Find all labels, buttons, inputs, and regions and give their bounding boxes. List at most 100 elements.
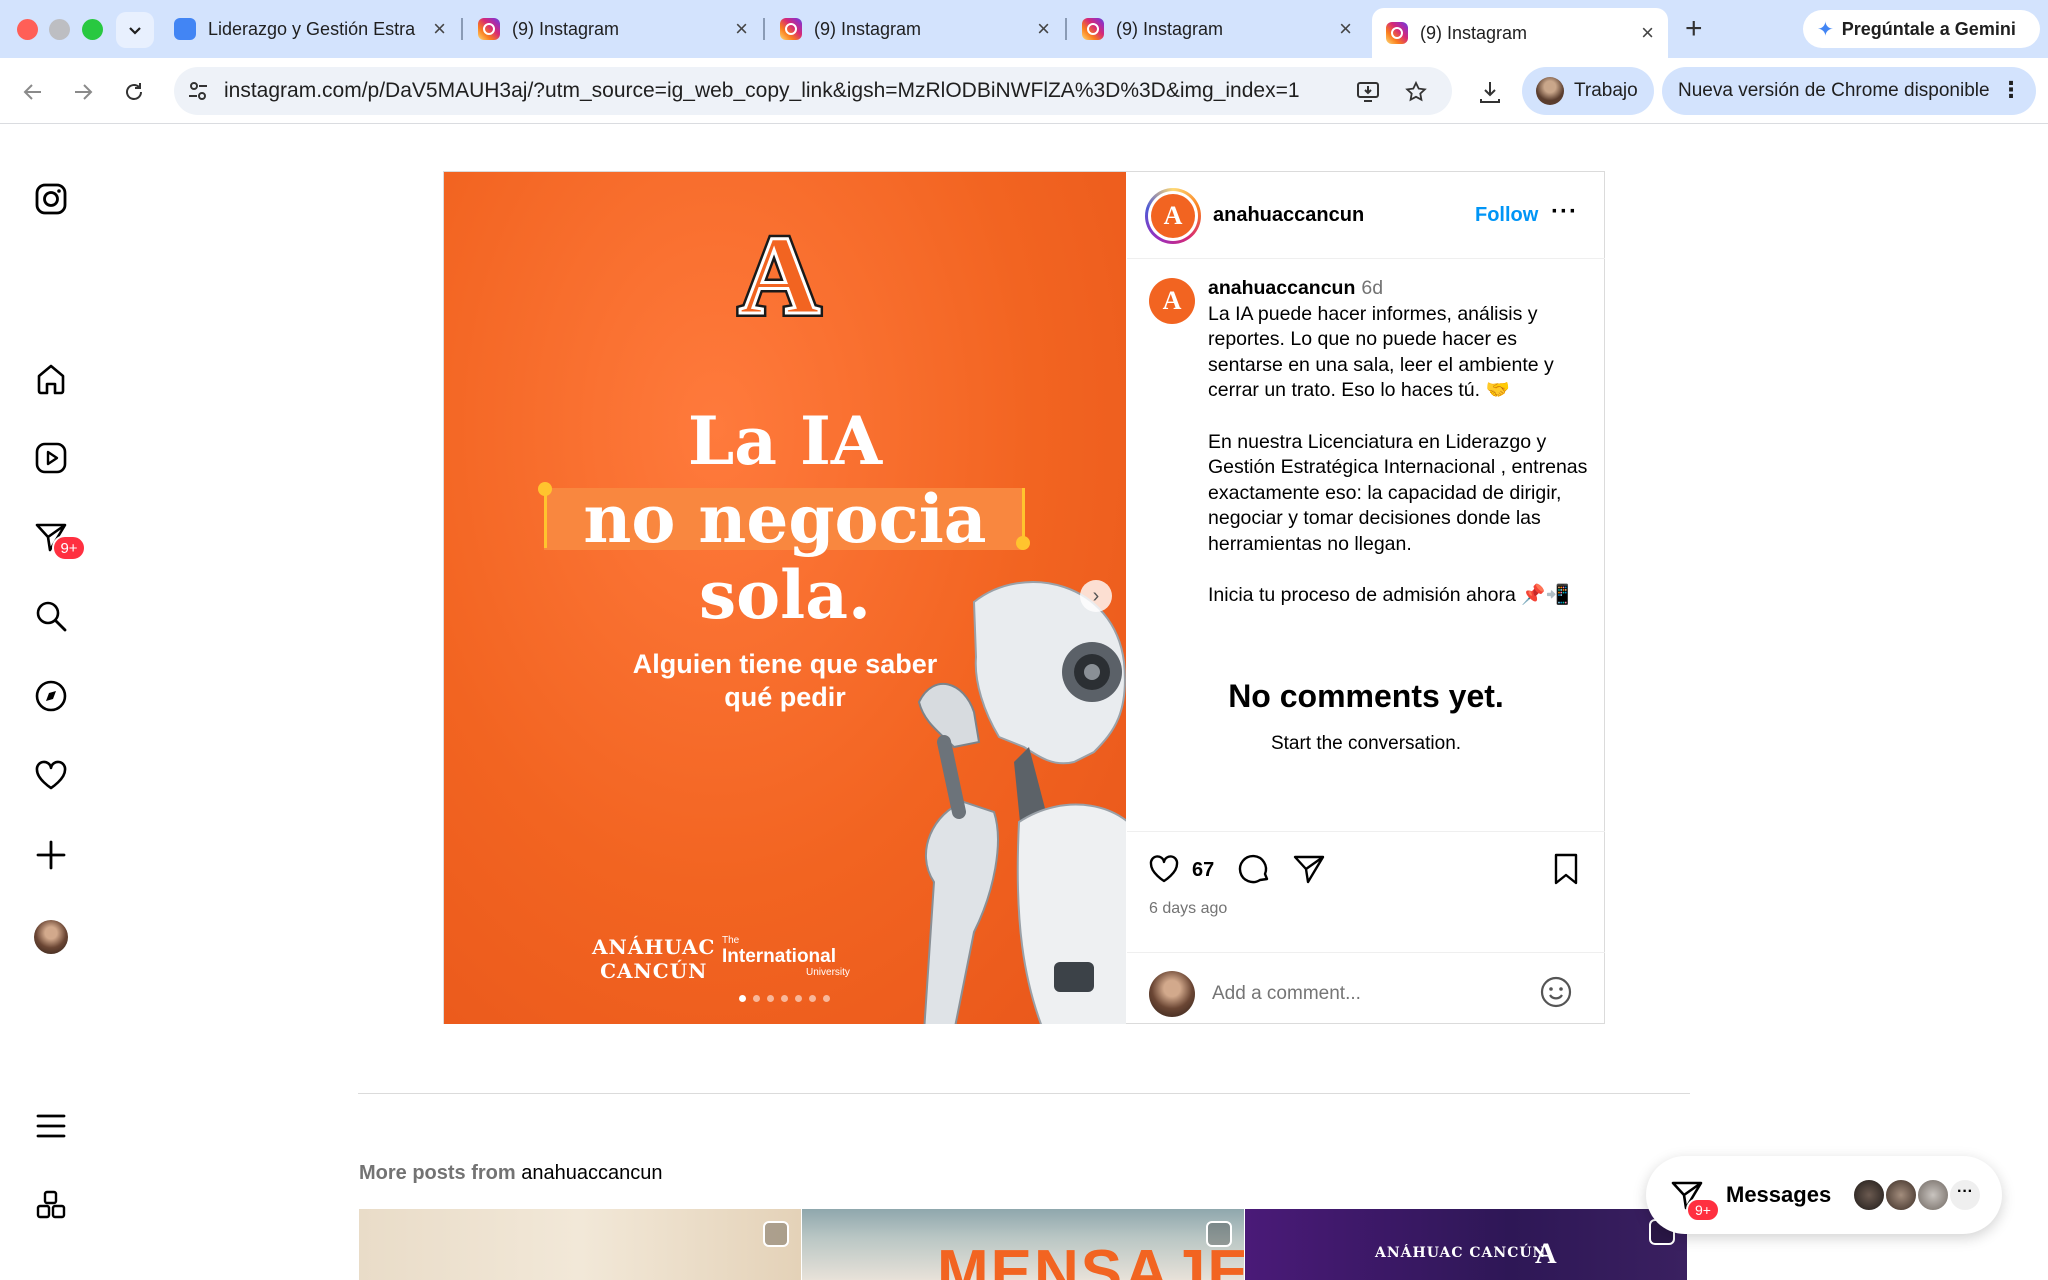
post-header: A anahuaccancun Follow ···	[1127, 172, 1605, 259]
tab-instagram-active[interactable]: (9) Instagram ×	[1372, 8, 1668, 58]
carousel-indicator	[739, 995, 830, 1002]
brand-international: The International University	[722, 935, 850, 979]
tab-label: (9) Instagram	[814, 18, 922, 39]
tab-instagram-3[interactable]: (9) Instagram ×	[1068, 8, 1366, 50]
carousel-dot	[809, 995, 816, 1002]
conversation-avatar	[1852, 1178, 1886, 1212]
avatar-gap: A	[1148, 191, 1198, 241]
follow-button[interactable]: Follow	[1475, 204, 1538, 227]
tab-label: (9) Instagram	[1420, 22, 1528, 43]
instagram-icon	[1386, 22, 1408, 44]
story-ring-avatar[interactable]: A	[1145, 188, 1201, 244]
bookmark-star-button[interactable]	[1400, 76, 1432, 108]
more-apps-icon[interactable]	[30, 1184, 72, 1226]
browser-tab-strip: Liderazgo y Gestión Estra × (9) Instagra…	[0, 0, 2048, 58]
profile-button[interactable]: Trabajo	[1522, 67, 1654, 115]
chrome-update-button[interactable]: Nueva versión de Chrome disponible ⋮	[1662, 67, 2036, 115]
more-post-thumbnail[interactable]: MENSAJE	[802, 1209, 1244, 1280]
anahuac-logo-outline: A	[738, 214, 822, 338]
post-details-panel: A anahuaccancun Follow ··· A anahuaccanc…	[1127, 172, 1605, 1024]
window-close-button[interactable]	[17, 19, 38, 40]
search-icon[interactable]	[30, 595, 72, 637]
back-button[interactable]	[13, 72, 53, 112]
menu-icon[interactable]	[30, 1105, 72, 1147]
post-image[interactable]: A A La IA no negocia sola. Alguien tiene…	[444, 172, 1126, 1024]
more-posts-username[interactable]: anahuaccancun	[521, 1162, 662, 1184]
like-count[interactable]: 67	[1192, 859, 1214, 882]
site-settings-icon[interactable]	[186, 79, 210, 103]
messages-pill[interactable]: 9+ Messages ···	[1646, 1156, 2002, 1234]
install-app-button[interactable]	[1352, 76, 1384, 108]
instagram-logo-icon[interactable]	[30, 178, 72, 220]
instagram-icon	[1082, 18, 1104, 40]
caption-paragraph-3: Inicia tu proceso de admisión ahora 📌📲	[1208, 584, 1570, 607]
like-button[interactable]	[1145, 850, 1183, 888]
window-minimize-button[interactable]	[49, 19, 70, 40]
share-button[interactable]	[1290, 850, 1328, 888]
thumbnail-text: MENSAJE	[937, 1238, 1244, 1280]
close-icon[interactable]: ×	[433, 16, 446, 42]
downloads-button[interactable]	[1470, 72, 1510, 112]
update-label: Nueva versión de Chrome disponible	[1678, 80, 1990, 101]
more-post-thumbnail[interactable]: ANÁHUAC CANCÚN A	[1245, 1209, 1687, 1280]
reel-icon	[763, 1221, 789, 1247]
explore-icon[interactable]	[30, 675, 72, 717]
emoji-button[interactable]	[1539, 975, 1573, 1014]
close-icon[interactable]: ×	[1037, 16, 1050, 42]
forward-button[interactable]	[63, 72, 103, 112]
star-icon	[1405, 80, 1427, 102]
more-post-thumbnail[interactable]	[359, 1209, 801, 1280]
kebab-menu-icon[interactable]: ⋮	[2000, 77, 2022, 103]
caption-paragraph-1: La IA puede hacer informes, análisis y r…	[1208, 302, 1554, 402]
new-tab-button[interactable]: +	[1685, 12, 1703, 46]
tab-docs[interactable]: Liderazgo y Gestión Estra ×	[160, 8, 460, 50]
emoji-icon	[1540, 976, 1572, 1008]
tab-separator	[1065, 18, 1067, 40]
messages-badge: 9+	[52, 535, 86, 561]
address-bar[interactable]: instagram.com/p/DaV5MAUH3aj/?utm_source=…	[174, 67, 1452, 115]
carousel-next-button[interactable]: ›	[1080, 580, 1112, 612]
comment-input[interactable]	[1212, 983, 1532, 1005]
browser-toolbar: instagram.com/p/DaV5MAUH3aj/?utm_source=…	[0, 58, 2048, 124]
close-icon[interactable]: ×	[1339, 16, 1352, 42]
caption-avatar[interactable]: A	[1149, 278, 1195, 324]
post-date[interactable]: 6 days ago	[1149, 900, 1227, 918]
url-text[interactable]: instagram.com/p/DaV5MAUH3aj/?utm_source=…	[224, 79, 1300, 103]
reload-button[interactable]	[114, 72, 154, 112]
home-icon[interactable]	[30, 358, 72, 400]
more-options-icon[interactable]: ···	[1551, 198, 1578, 226]
thumbnail-text: ANÁHUAC CANCÚN	[1375, 1245, 1547, 1261]
no-comments-title: No comments yet.	[1228, 678, 1504, 714]
tab-separator	[763, 18, 765, 40]
add-comment-row	[1127, 952, 1605, 1024]
window-zoom-button[interactable]	[82, 19, 103, 40]
carousel-dot	[795, 995, 802, 1002]
reels-icon[interactable]	[30, 437, 72, 479]
notifications-icon[interactable]	[30, 754, 72, 796]
account-avatar: A	[1151, 194, 1195, 238]
tab-instagram-2[interactable]: (9) Instagram ×	[766, 8, 1064, 50]
post-card: A A La IA no negocia sola. Alguien tiene…	[443, 171, 1605, 1024]
profile-avatar[interactable]	[34, 920, 68, 954]
caption-username[interactable]: anahuaccancun	[1208, 277, 1355, 299]
gemini-button[interactable]: ✦ Pregúntale a Gemini	[1803, 10, 2040, 48]
create-icon[interactable]	[30, 834, 72, 876]
brand-line-2: CANCÚN	[600, 959, 708, 983]
tab-instagram-1[interactable]: (9) Instagram ×	[464, 8, 762, 50]
comment-icon	[1238, 854, 1269, 884]
tab-search-button[interactable]	[116, 12, 154, 48]
comment-button[interactable]	[1235, 850, 1273, 888]
conversation-avatar	[1916, 1178, 1950, 1212]
post-author-username[interactable]: anahuaccancun	[1213, 204, 1364, 227]
carousel-dot	[823, 995, 830, 1002]
headline-line-1: La IA	[687, 402, 883, 480]
section-divider	[358, 1093, 1690, 1094]
caption-timestamp[interactable]: 6d	[1361, 277, 1383, 299]
thumbnail-logo: A	[1535, 1237, 1557, 1270]
save-button[interactable]	[1547, 850, 1585, 888]
reel-icon	[1206, 1221, 1232, 1247]
share-icon	[1293, 855, 1325, 884]
close-icon[interactable]: ×	[735, 16, 748, 42]
close-icon[interactable]: ×	[1641, 20, 1654, 46]
